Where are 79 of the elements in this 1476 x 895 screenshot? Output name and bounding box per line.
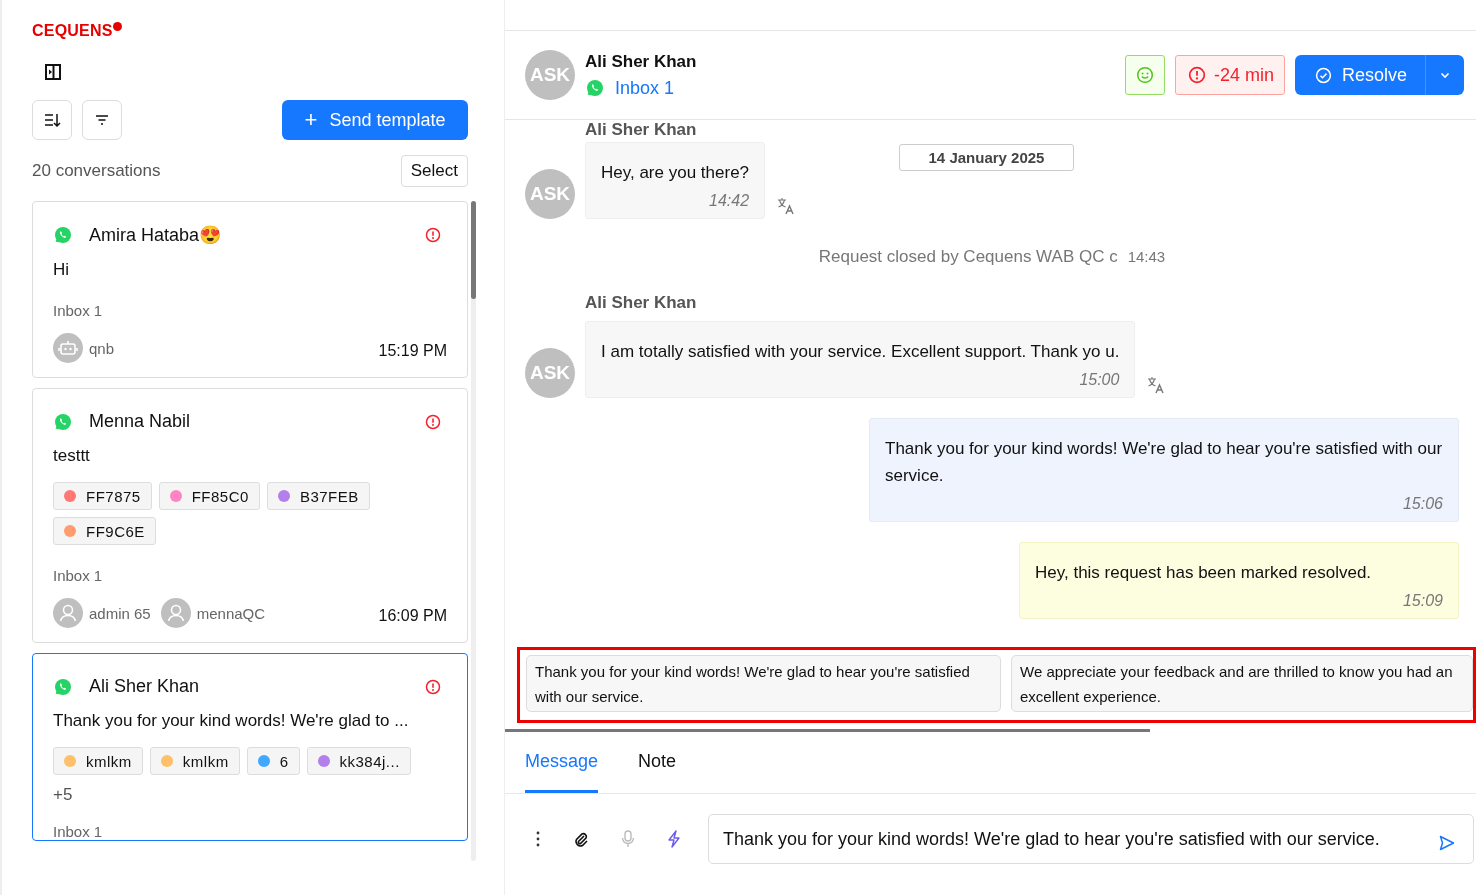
contact-avatar: ASK	[525, 169, 575, 219]
conversation-card[interactable]: Amira Hataba😍 Hi Inbox 1 qnb 15:19 PM	[32, 201, 468, 378]
message-text: Thank you for your kind words! We're glad to hear you're satisfied with our service.	[885, 438, 1443, 487]
contact-name: Menna Nabil	[89, 411, 191, 432]
message-text: Hey, this request has been marked resolved.	[1035, 562, 1373, 584]
contact-name: Ali Sher Khan	[585, 51, 697, 72]
contact-name: Ali Sher Khan	[89, 676, 200, 697]
message-input[interactable]: Thank you for your kind words! We're glad to hear you're satisfied with our service.	[708, 814, 1474, 864]
select-button[interactable]: Select	[400, 155, 468, 187]
scrollbar-thumb[interactable]	[505, 729, 1150, 732]
inbox-label: Inbox 1	[53, 823, 104, 840]
message-preview: Hi	[53, 260, 71, 280]
alert-icon	[425, 413, 441, 430]
whatsapp-icon	[53, 225, 73, 245]
more-icon[interactable]	[535, 830, 541, 848]
message-text: Hey, are you there?	[601, 162, 750, 184]
message-time: 15:00	[1078, 371, 1120, 389]
inbox-label: Inbox 1	[53, 567, 104, 584]
sla-time: -24 min	[1213, 64, 1274, 86]
system-message: Request closed by Cequens WAB QC c	[818, 247, 1118, 267]
smiley-icon	[1135, 66, 1154, 84]
conversation-time: 15:19 PM	[378, 342, 447, 360]
alert-icon	[1187, 66, 1206, 84]
inbox-link[interactable]: Inbox 1	[615, 77, 675, 99]
alert-icon	[425, 678, 441, 695]
whatsapp-icon	[53, 411, 73, 432]
whatsapp-icon	[585, 78, 605, 98]
paperclip-icon[interactable]	[573, 831, 589, 847]
lightning-icon[interactable]	[667, 830, 681, 848]
check-circle-icon	[1314, 66, 1332, 84]
agent-name: mennaQC	[196, 604, 266, 622]
inbox-label: Inbox 1	[53, 302, 104, 319]
filter-button[interactable]	[82, 100, 122, 140]
composer-tab[interactable]: Note	[638, 732, 677, 793]
tag-label: B37FEB	[299, 487, 359, 505]
tag-label: kmlkm	[182, 752, 229, 770]
conversation-card[interactable]: Ali Sher Khan Thank you for your kind words! We're glad to ... kmlkm kmlkm 6 kk384j... +5 Inbox 1	[32, 653, 468, 841]
tag-label: FF9C6E	[86, 522, 145, 540]
composer-tab[interactable]: Message	[525, 732, 599, 793]
conversation-card[interactable]: Menna Nabil testtt FF7875 FF85C0 B37FEB FF9C6E Inbox 1 admin 65 mennaQC 16:09 PM	[32, 388, 468, 643]
panel-toggle-icon[interactable]	[44, 63, 62, 81]
alert-icon	[425, 227, 441, 243]
suggested-reply[interactable]: We appreciate your feedback and are thrilled to know you had an excellent experience.	[1011, 655, 1473, 712]
contact-name: Amira Hataba😍	[89, 224, 222, 246]
brand-logo: CEQUENS	[32, 22, 113, 40]
agent-name: admin 65	[89, 604, 151, 622]
tag-label: kmlkm	[86, 752, 132, 770]
translate-icon[interactable]	[1147, 376, 1166, 394]
message-time: 15:09	[1401, 592, 1443, 610]
message-time: 14:42	[708, 192, 750, 210]
message-time: 15:06	[1401, 495, 1443, 513]
logo-dot-icon	[112, 22, 122, 31]
translate-icon[interactable]	[777, 197, 796, 215]
contact-avatar: ASK	[525, 50, 575, 100]
sort-icon	[43, 111, 61, 129]
tag-label: kk384j...	[339, 752, 400, 770]
more-tags-count: +5	[53, 785, 74, 805]
send-template-button[interactable]: + Send template	[282, 100, 468, 140]
agent-name: qnb	[89, 339, 115, 357]
scrollbar-thumb[interactable]	[471, 201, 476, 299]
sender-name: Ali Sher Khan	[585, 120, 698, 141]
message-text: I am totally satisfied with your service. Excellent support. Thank yo u.	[601, 341, 1120, 363]
tag-label: 6	[279, 752, 289, 770]
tag-label: FF85C0	[191, 487, 249, 505]
message-preview: testtt	[53, 446, 91, 466]
robot-avatar-icon	[53, 333, 83, 363]
message-time: 14:43	[1127, 248, 1166, 265]
contact-avatar: ASK	[525, 348, 575, 398]
filter-icon	[94, 112, 110, 128]
sender-name: Ali Sher Khan	[585, 293, 698, 314]
tag-label: FF7875	[86, 487, 141, 505]
sort-button[interactable]	[32, 100, 72, 140]
message-preview: Thank you for your kind words! We're glad to ...	[53, 711, 410, 731]
conversation-time: 16:09 PM	[378, 607, 447, 625]
user-avatar-icon	[53, 598, 83, 628]
conversation-count: 20 conversations	[32, 161, 161, 181]
user-avatar-icon	[160, 598, 191, 628]
whatsapp-icon	[53, 676, 73, 697]
suggested-reply[interactable]: Thank you for your kind words! We're glad to hear you're satisfied with our service.	[526, 655, 1001, 712]
